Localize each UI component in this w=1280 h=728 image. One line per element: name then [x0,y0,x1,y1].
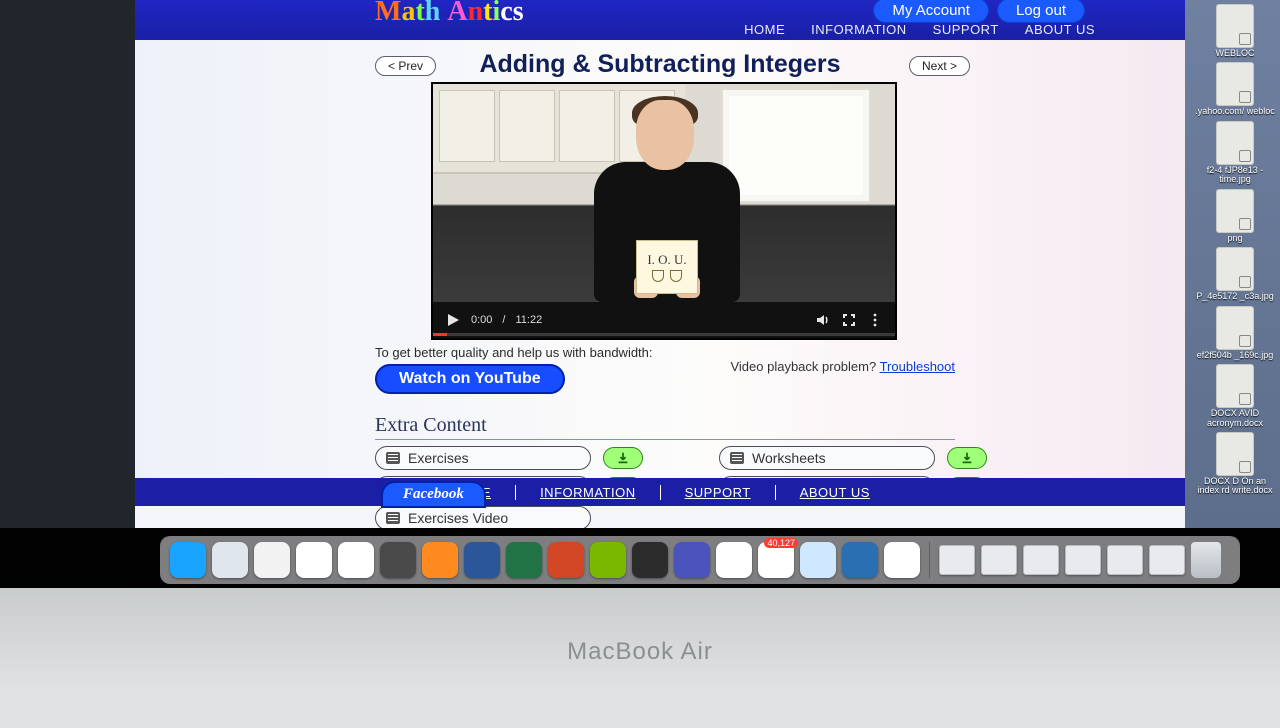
nav-home[interactable]: HOME [744,22,785,37]
desktop-file[interactable]: ef2f504b _169c.jpg [1192,306,1278,360]
dock-minimized-window[interactable] [1149,545,1185,575]
page-title: Adding & Subtracting Integers [135,50,1185,79]
desktop-file[interactable]: DOCX D On an index rd write.docx [1192,432,1278,496]
dock-app-settings[interactable] [380,542,416,578]
video-time-current: 0:00 [471,314,492,326]
dock-minimized-window[interactable] [1023,545,1059,575]
dock-minimized-window[interactable] [1107,545,1143,575]
desktop-file[interactable]: f2-4 fJP8e13 -time.jpg [1192,121,1278,185]
trash-icon[interactable] [1191,542,1221,578]
video-card-prop: I. O. U. [636,240,698,294]
desktop-file[interactable]: WEBLOC [1192,4,1278,58]
site-footer: Facebook HOME INFORMATION SUPPORT ABOUT … [135,478,1185,506]
nav-information[interactable]: INFORMATION [811,22,907,37]
dock-app-powerpoint[interactable] [548,542,584,578]
bandwidth-note: To get better quality and help us with b… [375,345,955,360]
extra-item-exercises[interactable]: Exercises [375,446,591,470]
dock-app-firefox[interactable] [422,542,458,578]
nav-about[interactable]: ABOUT US [1025,22,1095,37]
site-header: Math Antics My Account Log out HOME INFO… [135,0,1185,40]
more-icon[interactable] [867,312,883,328]
facebook-button[interactable]: Facebook [381,481,486,508]
dock-app-quicktime[interactable] [842,542,878,578]
macbook-label: MacBook Air [0,638,1280,666]
fullscreen-icon[interactable] [841,312,857,328]
logout-button[interactable]: Log out [997,0,1085,23]
dock-app-chrome[interactable] [254,542,290,578]
dock-app-app-store[interactable] [884,542,920,578]
footer-support[interactable]: SUPPORT [661,485,776,500]
document-icon [386,452,400,464]
download-button[interactable] [603,447,643,469]
dock-app-safari[interactable] [212,542,248,578]
dock-app-app-dark[interactable] [632,542,668,578]
dock-app-mail[interactable] [758,542,794,578]
download-button[interactable] [947,447,987,469]
dock-app-excel[interactable] [506,542,542,578]
desktop-file[interactable]: DOCX AVID acronym.docx [1192,364,1278,428]
troubleshoot-link[interactable]: Troubleshoot [880,359,955,374]
my-account-button[interactable]: My Account [873,0,989,23]
primary-nav: HOME INFORMATION SUPPORT ABOUT US [744,22,1095,37]
extra-item-exercises-video[interactable]: Exercises Video [375,506,591,528]
footer-information[interactable]: INFORMATION [516,485,661,500]
dock-minimized-window[interactable] [1065,545,1101,575]
volume-icon[interactable] [815,312,831,328]
desktop-file-area: WEBLOC .yahoo.com/ webloc f2-4 fJP8e13 -… [1185,0,1280,530]
dock-app-skype[interactable] [716,542,752,578]
video-icon [386,512,400,524]
playback-problem-text: Video playback problem? Troubleshoot [730,359,955,374]
main-content: < Prev Next > Adding & Subtracting Integ… [135,40,1185,506]
video-controls: 0:00 / 11:22 [433,302,895,338]
desktop-file[interactable]: P_4e5172 _c3a.jpg [1192,247,1278,301]
dock-minimized-window[interactable] [981,545,1017,575]
dock-app-itunes[interactable] [338,542,374,578]
browser-viewport: Math Antics My Account Log out HOME INFO… [135,0,1185,528]
dock-app-photos[interactable] [296,542,332,578]
extra-item-worksheets[interactable]: Worksheets [719,446,935,470]
dock-minimized-window[interactable] [939,545,975,575]
footer-about[interactable]: ABOUT US [776,485,894,500]
site-logo[interactable]: Math Antics [375,0,524,28]
dock-app-finder[interactable] [170,542,206,578]
desktop-file[interactable]: png [1192,189,1278,243]
extra-content-heading: Extra Content [375,414,955,440]
macos-dock [160,536,1240,584]
dock-app-app-green[interactable] [590,542,626,578]
nav-support[interactable]: SUPPORT [933,22,999,37]
video-thumbnail: I. O. U. [433,84,895,302]
video-time-total: 11:22 [515,314,542,326]
video-player[interactable]: I. O. U. 0:00 / 11:22 [431,82,897,340]
desktop-file[interactable]: .yahoo.com/ webloc [1192,62,1278,116]
video-progress-bar[interactable] [433,333,895,336]
watch-youtube-button[interactable]: Watch on YouTube [375,364,565,394]
dock-app-teams[interactable] [674,542,710,578]
dock-app-preview[interactable] [800,542,836,578]
dock-app-word[interactable] [464,542,500,578]
document-icon [730,452,744,464]
play-icon[interactable] [445,312,461,328]
